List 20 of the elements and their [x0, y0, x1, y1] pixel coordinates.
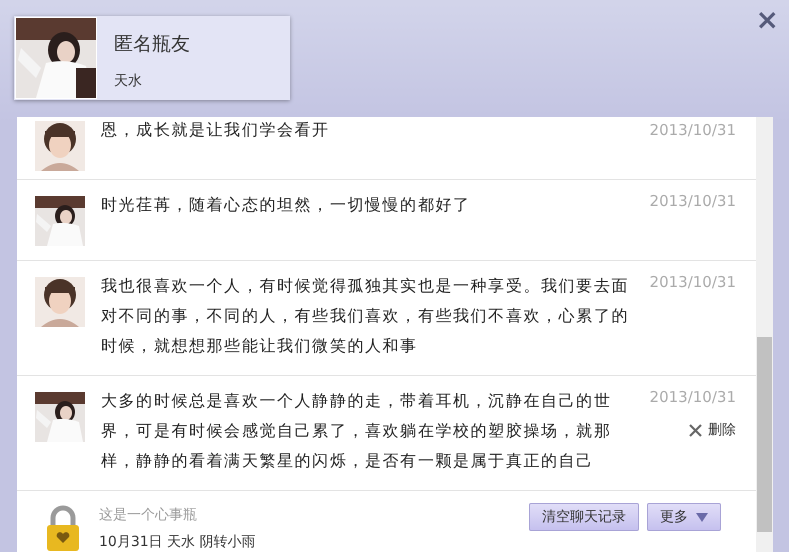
caption-text: 这是一个心事瓶 — [99, 506, 198, 525]
scrollbar[interactable] — [756, 117, 773, 552]
message-date: 2013/10/31 — [650, 272, 736, 293]
message-text: 大多的时候总是喜欢一个人静静的走，带着耳机，沉静在自己的世界，可是有时候会感觉自己累了，喜欢躺在学校的塑胶操场，就那样，静静的看着满天繁星的闪烁，是否有一颗是属于真正的自己 — [101, 390, 612, 472]
message-date: 2013/10/31 — [650, 387, 736, 408]
message-text: 恩，成长就是让我们学会看开 — [101, 119, 331, 141]
lock-icon — [45, 505, 81, 552]
contact-location: 天水 — [114, 72, 143, 90]
message-date: 2013/10/31 — [650, 120, 736, 141]
close-icon — [689, 424, 702, 437]
delete-button[interactable]: 删除 — [689, 420, 736, 441]
message-text: 时光荏苒，随着心态的坦然，一切慢慢的都好了 — [101, 194, 472, 216]
caret-icon — [696, 512, 708, 522]
close-button[interactable]: × — [756, 6, 779, 34]
contact-name: 匿名瓶友 — [114, 32, 190, 57]
message-text: 我也很喜欢一个人，有时候觉得孤独其实也是一种享受。我们要去面对不同的事，不同的人，有些我们喜欢，有些我们不喜欢，心累了的时候，就想想那些能让我们微笑的人和事 — [101, 275, 630, 357]
message-date: 2013/10/31 — [650, 191, 736, 212]
more-button[interactable]: 更多 — [647, 503, 721, 531]
bottle-info: 10月31日 天水 阴转小雨 — [99, 533, 257, 552]
clear-history-button[interactable]: 清空聊天记录 — [529, 503, 639, 531]
